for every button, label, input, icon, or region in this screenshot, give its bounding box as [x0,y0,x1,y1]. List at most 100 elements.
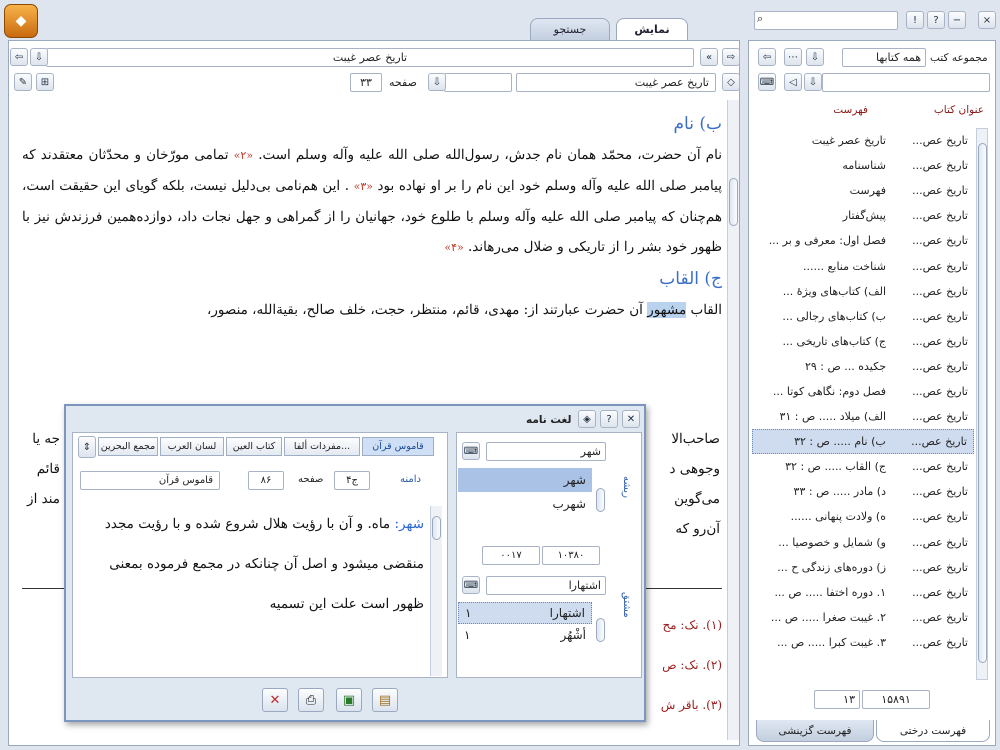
tab-search[interactable]: جستجو [530,18,610,40]
derivative-item[interactable]: ۱ أشْهُر [458,624,592,646]
row-index-title: ج) کتاب‌های تاریخی ... [782,334,886,348]
root-item[interactable]: شهر [458,468,592,492]
col-index[interactable]: فهرست [768,104,908,126]
keyboard-icon[interactable]: ⌨ [462,442,480,460]
paragraph-name: نام آن حضرت، محمّد همان نام جدش، رسول‌ال… [22,147,722,255]
meaning-scrollbar[interactable] [430,506,442,676]
list-item[interactable]: تاریخ عص... ج) کتاب‌های تاریخی ... [752,329,974,354]
footnote-ref[interactable]: «۲» [234,149,253,162]
derivative-list-scrollbar[interactable] [594,602,608,662]
dictionary-tab[interactable]: قاموس قرآن [362,437,434,456]
list-item[interactable]: تاریخ عص... پیش‌گفتار [752,203,974,228]
minimize-icon[interactable]: − [948,11,966,29]
list-item[interactable]: تاریخ عص... فصل اول: معرفی و بر ... [752,228,974,253]
close-icon[interactable]: ✕ [622,410,640,428]
close-icon[interactable]: × [978,11,996,29]
help-icon[interactable]: ? [927,11,945,29]
root-item[interactable]: شهرب [458,492,592,516]
eraser-icon[interactable]: ◇ [722,73,740,91]
list-item[interactable]: تاریخ عص... ۲. غیبت صغرا ..... ص ... [752,605,974,630]
more-icon[interactable]: ⋯ [784,48,802,66]
partial-text: قائم [36,461,60,477]
dialog-title: لغت نامه [526,414,572,426]
list-item[interactable]: تاریخ عص... شناسنامه [752,153,974,178]
print-icon[interactable]: ⎙ [298,688,324,712]
scroll-thumb[interactable] [729,178,738,226]
list-item[interactable]: تاریخ عص... الف) کتاب‌های ویژهٔ ... [752,279,974,304]
list-item[interactable]: تاریخ عص... د) مادر ..... ص : ۳۳ [752,479,974,504]
keyboard-icon[interactable]: ⌨ [462,576,480,594]
list-item[interactable]: تاریخ عص... فهرست [752,178,974,203]
info-icon[interactable]: ! [906,11,924,29]
dictionary-tab[interactable]: لسان العرب [160,437,224,456]
row-index-title: ز) دوره‌های زندگی ح ... [777,560,886,574]
book-index-list: تاریخ عص... تاریخ عصر غیبت تاریخ عص... شناس… [752,128,974,655]
note-icon[interactable]: ▤ [372,688,398,712]
dictionary-tab[interactable]: مجمع البحرین [98,437,158,456]
chevron-down-icon[interactable]: ⇩ [804,73,822,91]
layout-icon[interactable]: ⊞ [36,73,54,91]
list-item[interactable]: تاریخ عص... جکیده ... ص : ۲۹ [752,354,974,379]
nav-back-icon[interactable]: ⇦ [10,48,28,66]
list-item[interactable]: تاریخ عص... و) شمایل و خصوصیا ... [752,530,974,555]
delete-icon[interactable]: ✕ [262,688,288,712]
scroll-thumb[interactable] [978,143,987,663]
tab-tree-index[interactable]: فهرست درختی [876,720,990,742]
scroll-thumb[interactable] [596,488,605,512]
dictionary-tab[interactable]: کتاب العین [226,437,282,456]
volume-input[interactable]: ج۴ [334,471,370,490]
list-item[interactable]: تاریخ عص... الف) میلاد ..... ص : ۳۱ [752,404,974,429]
col-book-title[interactable]: عنوان کتاب [908,104,994,126]
list-item[interactable]: تاریخ عص... ج) القاب ..... ص : ۳۲ [752,454,974,479]
tabs-scroll-icon[interactable]: ⇕ [78,436,96,458]
list-item[interactable]: تاریخ عص... ه) ولادت پنهانی ...... [752,504,974,529]
chevron-down-icon[interactable]: ⇩ [428,73,446,91]
list-item[interactable]: تاریخ عص... ۳. غیبت کبرا ..... ص ... [752,630,974,655]
top-search-input[interactable] [754,11,898,30]
range-label: دامنه [400,474,421,485]
derivative-search-input[interactable]: اشتهارا [486,576,606,595]
row-index-title: تاریخ عصر غیبت [811,134,886,148]
footnote-ref[interactable]: «۴» [444,241,463,254]
export-icon[interactable]: ▣ [336,688,362,712]
sidebar-search-input[interactable] [822,73,990,92]
row-index-title: ه) ولادت پنهانی ...... [790,510,886,524]
row-book-title: تاریخ عص... [912,134,968,148]
root-list-scrollbar[interactable] [594,472,608,532]
row-book-title: تاریخ عص... [912,184,968,198]
tab-display[interactable]: نمایش [616,18,688,40]
scroll-thumb[interactable] [432,516,441,540]
chevron-down-icon[interactable]: ⇩ [806,48,824,66]
nav-forward-icon[interactable]: ⇨ [722,48,740,66]
dropdown-arrow-icon[interactable]: ⇩ [30,48,48,66]
list-item[interactable]: تاریخ عص... شناخت منابع ...... [752,253,974,278]
sidebar-scrollbar[interactable] [976,128,988,680]
options-icon[interactable]: ◈ [578,410,596,428]
dictionary-tab[interactable]: مفردات ألفا... [284,437,360,456]
derivative-item[interactable]: ۱ اشتهارا [458,602,592,624]
document-scrollbar[interactable] [727,100,739,740]
list-item[interactable]: تاریخ عص... ب) نام ..... ص : ۳۲ [752,429,974,455]
page-input[interactable]: ۳۳ [350,73,382,92]
book-select[interactable]: تاریخ عصر غیبت [516,73,716,92]
nav-back-icon[interactable]: ⇦ [758,48,776,66]
root-search-input[interactable]: شهر [486,442,606,461]
highlighted-word[interactable]: مشهور [647,302,687,318]
scroll-thumb[interactable] [596,618,605,642]
keyboard-icon[interactable]: ⌨ [758,73,776,91]
list-item[interactable]: تاریخ عص... ب) کتاب‌های رجالی ... [752,304,974,329]
list-item[interactable]: تاریخ عص... ۱. دوره اختفا ..... ص ... [752,580,974,605]
double-chevron-icon[interactable]: « [700,48,718,66]
tab-selective-index[interactable]: فهرست گزینشی [756,720,874,742]
list-item[interactable]: تاریخ عص... ز) دوره‌های زندگی ح ... [752,555,974,580]
collection-select[interactable]: همه کتابها [842,48,926,67]
footnote-ref[interactable]: «۳» [354,180,373,193]
wrench-icon[interactable]: ✎ [14,73,32,91]
list-item[interactable]: تاریخ عص... تاریخ عصر غیبت [752,128,974,153]
row-index-title: فصل دوم: نگاهی کوتا ... [772,384,886,398]
play-icon[interactable]: ◁ [784,73,802,91]
help-icon[interactable]: ? [600,410,618,428]
list-item[interactable]: تاریخ عص... فصل دوم: نگاهی کوتا ... [752,379,974,404]
chapter-select[interactable] [444,73,512,92]
page-input[interactable]: ۸۶ [248,471,284,490]
